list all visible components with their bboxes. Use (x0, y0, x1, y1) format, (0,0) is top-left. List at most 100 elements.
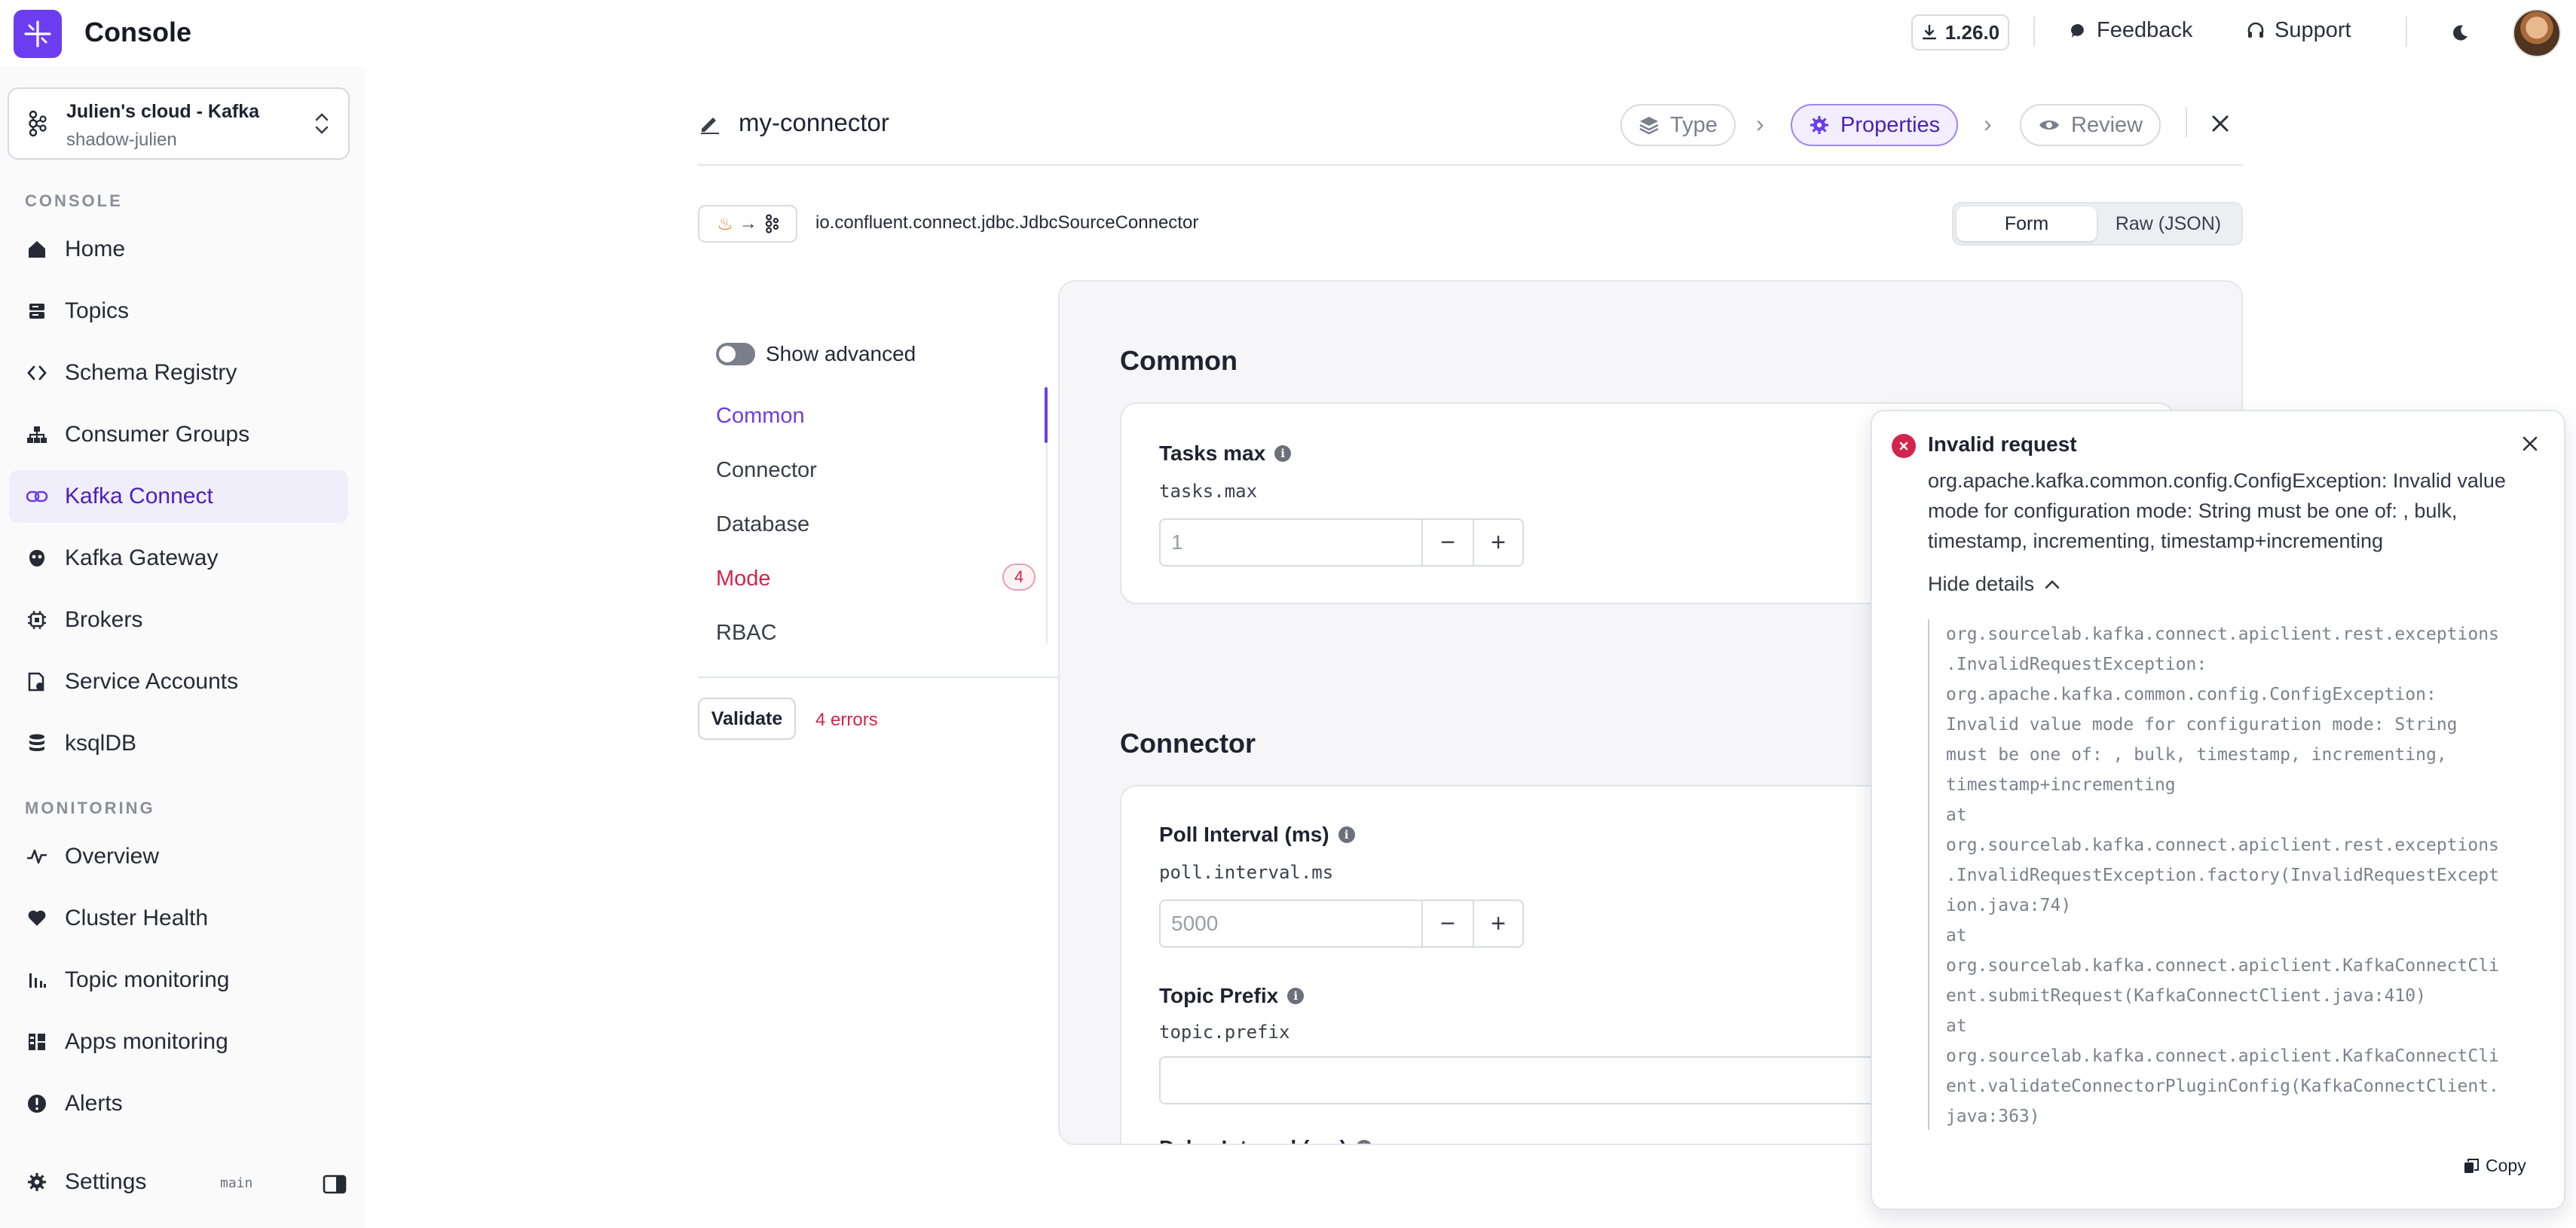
form-nav-database[interactable]: Database (716, 512, 809, 537)
heart-icon (26, 907, 48, 930)
logo-icon[interactable] (14, 10, 62, 58)
link-icon (26, 485, 48, 508)
cluster-selector[interactable]: Julien's cloud - Kafka shadow-julien (8, 87, 350, 160)
sidebar-item-label: Topics (65, 298, 130, 323)
sidebar-item-brokers[interactable]: Brokers (9, 594, 348, 646)
sidebar-item-cluster-health[interactable]: Cluster Health (9, 892, 348, 945)
plugin-class: io.confluent.connect.jdbc.JdbcSourceConn… (815, 212, 1199, 233)
apps-icon (26, 1031, 48, 1053)
gateway-icon (26, 547, 48, 570)
chip-icon (26, 609, 48, 631)
sidebar-item-kafka-gateway[interactable]: Kafka Gateway (9, 532, 348, 585)
sidebar-item-apps-monitoring[interactable]: Apps monitoring (9, 1016, 348, 1068)
decrement-button[interactable]: − (1423, 520, 1473, 565)
decrement-button[interactable]: − (1423, 901, 1473, 946)
form-nav-mode[interactable]: Mode (716, 567, 771, 591)
feedback-link[interactable]: Feedback (2070, 18, 2192, 43)
divider (2186, 107, 2187, 137)
header-divider (698, 164, 2243, 166)
hide-details-button[interactable]: Hide details (1928, 573, 2061, 596)
code-icon (26, 362, 48, 384)
sidebar-item-label: Kafka Connect (65, 484, 213, 509)
bar-chart-icon (26, 969, 48, 991)
sidebar-item-topics[interactable]: Topics (9, 285, 348, 338)
java-icon: ♨ (717, 213, 733, 234)
topic-prefix-label-text: Topic Prefix (1159, 984, 1279, 1007)
version-button[interactable]: 1.26.0 (1911, 14, 2009, 50)
increment-button[interactable]: + (1473, 901, 1522, 946)
eye-icon (2039, 121, 2059, 130)
copy-icon (2464, 1158, 2479, 1173)
increment-button[interactable]: + (1473, 520, 1522, 565)
sidebar-item-topic-monitoring[interactable]: Topic monitoring (9, 954, 348, 1007)
hide-details-label: Hide details (1928, 573, 2035, 595)
form-nav-common[interactable]: Common (716, 404, 805, 429)
branch-tag: main (220, 1175, 253, 1191)
tab-raw-json[interactable]: Raw (JSON) (2098, 206, 2238, 241)
sidebar-item-alerts[interactable]: Alerts (9, 1077, 348, 1130)
sidebar-item-kafka-connect[interactable]: Kafka Connect (9, 470, 348, 523)
section-common-title: Common (1120, 345, 1238, 376)
poll-interval-input[interactable]: 5000 (1161, 901, 1423, 946)
toggle-switch[interactable] (716, 343, 755, 365)
delay-interval-label-text: Delay Interval (ms) (1159, 1136, 1347, 1144)
sidebar-toggle-icon[interactable] (323, 1174, 347, 1195)
sidebar-item-overview[interactable]: Overview (9, 830, 348, 883)
cluster-env: shadow-julien (66, 130, 177, 150)
section-label-monitoring: MONITORING (25, 799, 155, 817)
tasks-max-label: Tasks max i (1159, 441, 1292, 466)
sidebar-item-label: Topic monitoring (65, 967, 230, 992)
info-icon[interactable]: i (1287, 988, 1305, 1004)
tab-form[interactable]: Form (1956, 206, 2097, 241)
info-icon[interactable]: i (1356, 1140, 1372, 1144)
sidebar-item-home[interactable]: Home (9, 223, 348, 276)
step-type[interactable]: Type (1620, 104, 1736, 146)
close-icon[interactable] (2207, 110, 2234, 137)
form-nav-rbac[interactable]: RBAC (716, 621, 777, 646)
sidebar-item-settings[interactable]: Settings (9, 1156, 205, 1208)
copy-button[interactable]: Copy (2463, 1156, 2526, 1176)
form-nav-divider (698, 677, 1058, 678)
home-icon (26, 238, 48, 261)
sidebar-item-label: Apps monitoring (65, 1029, 228, 1054)
divider (2406, 17, 2407, 47)
tasks-max-stepper: 1 − + (1159, 518, 1524, 567)
tasks-max-key: tasks.max (1159, 481, 1258, 502)
hierarchy-icon (26, 423, 48, 446)
show-advanced-toggle[interactable]: Show advanced (716, 342, 916, 366)
chevron-updown-icon (315, 113, 329, 134)
step-properties[interactable]: Properties (1791, 104, 1959, 146)
sidebar-item-label: Brokers (65, 607, 143, 632)
info-icon[interactable]: i (1338, 826, 1355, 843)
divider (2033, 17, 2035, 47)
sidebar-item-service-accounts[interactable]: Service Accounts (9, 655, 348, 708)
info-icon[interactable]: i (1274, 445, 1292, 462)
sidebar-item-label: Home (65, 237, 126, 261)
tasks-max-input[interactable]: 1 (1161, 520, 1423, 565)
connector-title[interactable]: my-connector (698, 108, 889, 137)
support-link[interactable]: Support (2246, 18, 2351, 43)
form-nav-indicator (1045, 387, 1048, 443)
tasks-max-label-text: Tasks max (1159, 441, 1266, 465)
section-connector-title: Connector (1120, 728, 1256, 759)
form-nav-connector[interactable]: Connector (716, 458, 817, 483)
view-mode-toggle: Form Raw (JSON) (1952, 202, 2243, 246)
step-review[interactable]: Review (2020, 104, 2161, 146)
sidebar-item-label: Kafka Gateway (65, 545, 219, 570)
show-advanced-label: Show advanced (766, 342, 916, 365)
validate-button[interactable]: Validate (698, 698, 796, 740)
topics-icon (26, 300, 48, 322)
layers-icon (1639, 117, 1659, 135)
sidebar-item-consumer-groups[interactable]: Consumer Groups (9, 408, 348, 461)
moon-icon[interactable] (2445, 18, 2475, 48)
step-properties-label: Properties (1840, 112, 1941, 137)
errors-count: 4 errors (815, 710, 878, 730)
arrow-right-icon: → (739, 213, 757, 234)
close-icon[interactable] (2519, 432, 2541, 455)
sidebar-item-schema-registry[interactable]: Schema Registry (9, 347, 348, 399)
step-review-label: Review (2071, 112, 2143, 137)
chevron-up-icon (2045, 579, 2060, 588)
database-icon (26, 732, 48, 755)
avatar[interactable] (2513, 9, 2561, 57)
sidebar-item-ksqldb[interactable]: ksqlDB (9, 717, 348, 770)
